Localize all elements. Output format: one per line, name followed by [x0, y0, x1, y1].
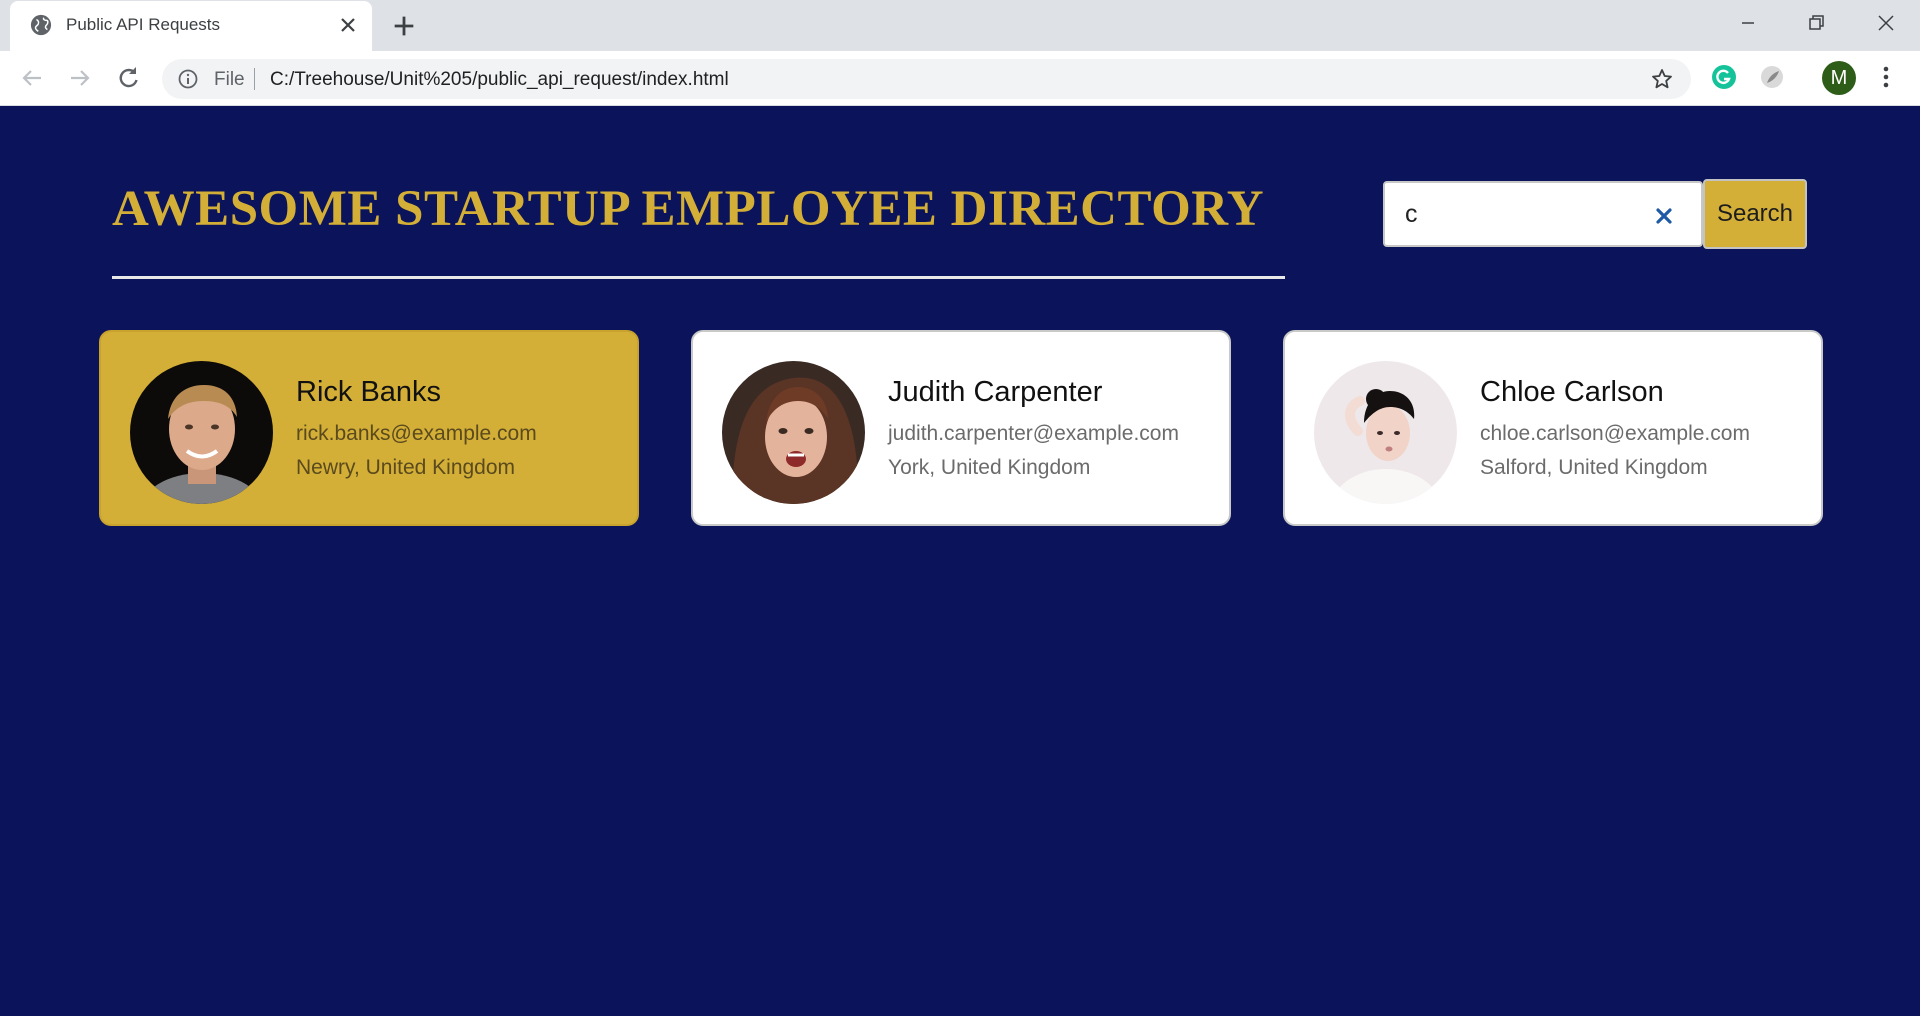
- employee-photo: [722, 361, 865, 504]
- employee-location: Salford, United Kingdom: [1480, 456, 1708, 479]
- employee-location: York, United Kingdom: [888, 456, 1091, 479]
- employee-location: Newry, United Kingdom: [296, 456, 516, 479]
- search-input[interactable]: [1405, 197, 1645, 231]
- employee-card[interactable]: Judith Carpenter judith.carpenter@exampl…: [691, 330, 1231, 526]
- employee-name: Judith Carpenter: [888, 376, 1103, 408]
- extension-icon[interactable]: [1758, 63, 1786, 91]
- employee-email: judith.carpenter@example.com: [888, 422, 1179, 445]
- employee-email: rick.banks@example.com: [296, 422, 537, 445]
- forward-arrow-icon[interactable]: [65, 63, 95, 93]
- browser-tab[interactable]: Public API Requests: [10, 1, 372, 51]
- browser-toolbar: File C:/Treehouse/Unit%205/public_api_re…: [0, 51, 1920, 106]
- employee-name: Chloe Carlson: [1480, 376, 1664, 408]
- minimize-icon[interactable]: [1731, 8, 1765, 38]
- address-bar[interactable]: File C:/Treehouse/Unit%205/public_api_re…: [162, 59, 1691, 99]
- employee-photo: [130, 361, 273, 504]
- close-icon[interactable]: [336, 13, 360, 37]
- title-divider: [112, 276, 1285, 279]
- employee-name: Rick Banks: [296, 376, 442, 408]
- plus-icon[interactable]: [390, 12, 418, 40]
- search-container: [1383, 181, 1703, 247]
- globe-icon: [30, 14, 52, 36]
- search-button[interactable]: Search: [1703, 179, 1807, 249]
- url-text[interactable]: C:/Treehouse/Unit%205/public_api_request…: [270, 69, 729, 91]
- star-icon[interactable]: [1650, 67, 1674, 91]
- employee-email: chloe.carlson@example.com: [1480, 422, 1750, 445]
- omnibox-divider: [254, 68, 255, 90]
- url-scheme-label: File: [214, 69, 245, 90]
- clear-search-icon[interactable]: [1653, 205, 1675, 227]
- page-title: AWESOME STARTUP EMPLOYEE DIRECTORY: [112, 181, 1265, 237]
- employee-card[interactable]: Rick Banks rick.banks@example.com Newry,…: [99, 330, 639, 526]
- more-vert-icon[interactable]: [1874, 62, 1898, 92]
- reload-icon[interactable]: [113, 63, 143, 93]
- browser-tabbar: Public API Requests: [0, 0, 1920, 51]
- grammarly-icon[interactable]: [1710, 63, 1738, 91]
- window-close-icon[interactable]: [1868, 8, 1902, 38]
- restore-icon[interactable]: [1799, 8, 1833, 38]
- employee-card[interactable]: Chloe Carlson chloe.carlson@example.com …: [1283, 330, 1823, 526]
- tab-title: Public API Requests: [66, 15, 221, 34]
- page-content: AWESOME STARTUP EMPLOYEE DIRECTORY Searc…: [0, 106, 1920, 1016]
- employee-photo: [1314, 361, 1457, 504]
- back-arrow-icon[interactable]: [17, 63, 47, 93]
- info-icon[interactable]: [178, 69, 198, 89]
- profile-avatar[interactable]: M: [1822, 61, 1856, 95]
